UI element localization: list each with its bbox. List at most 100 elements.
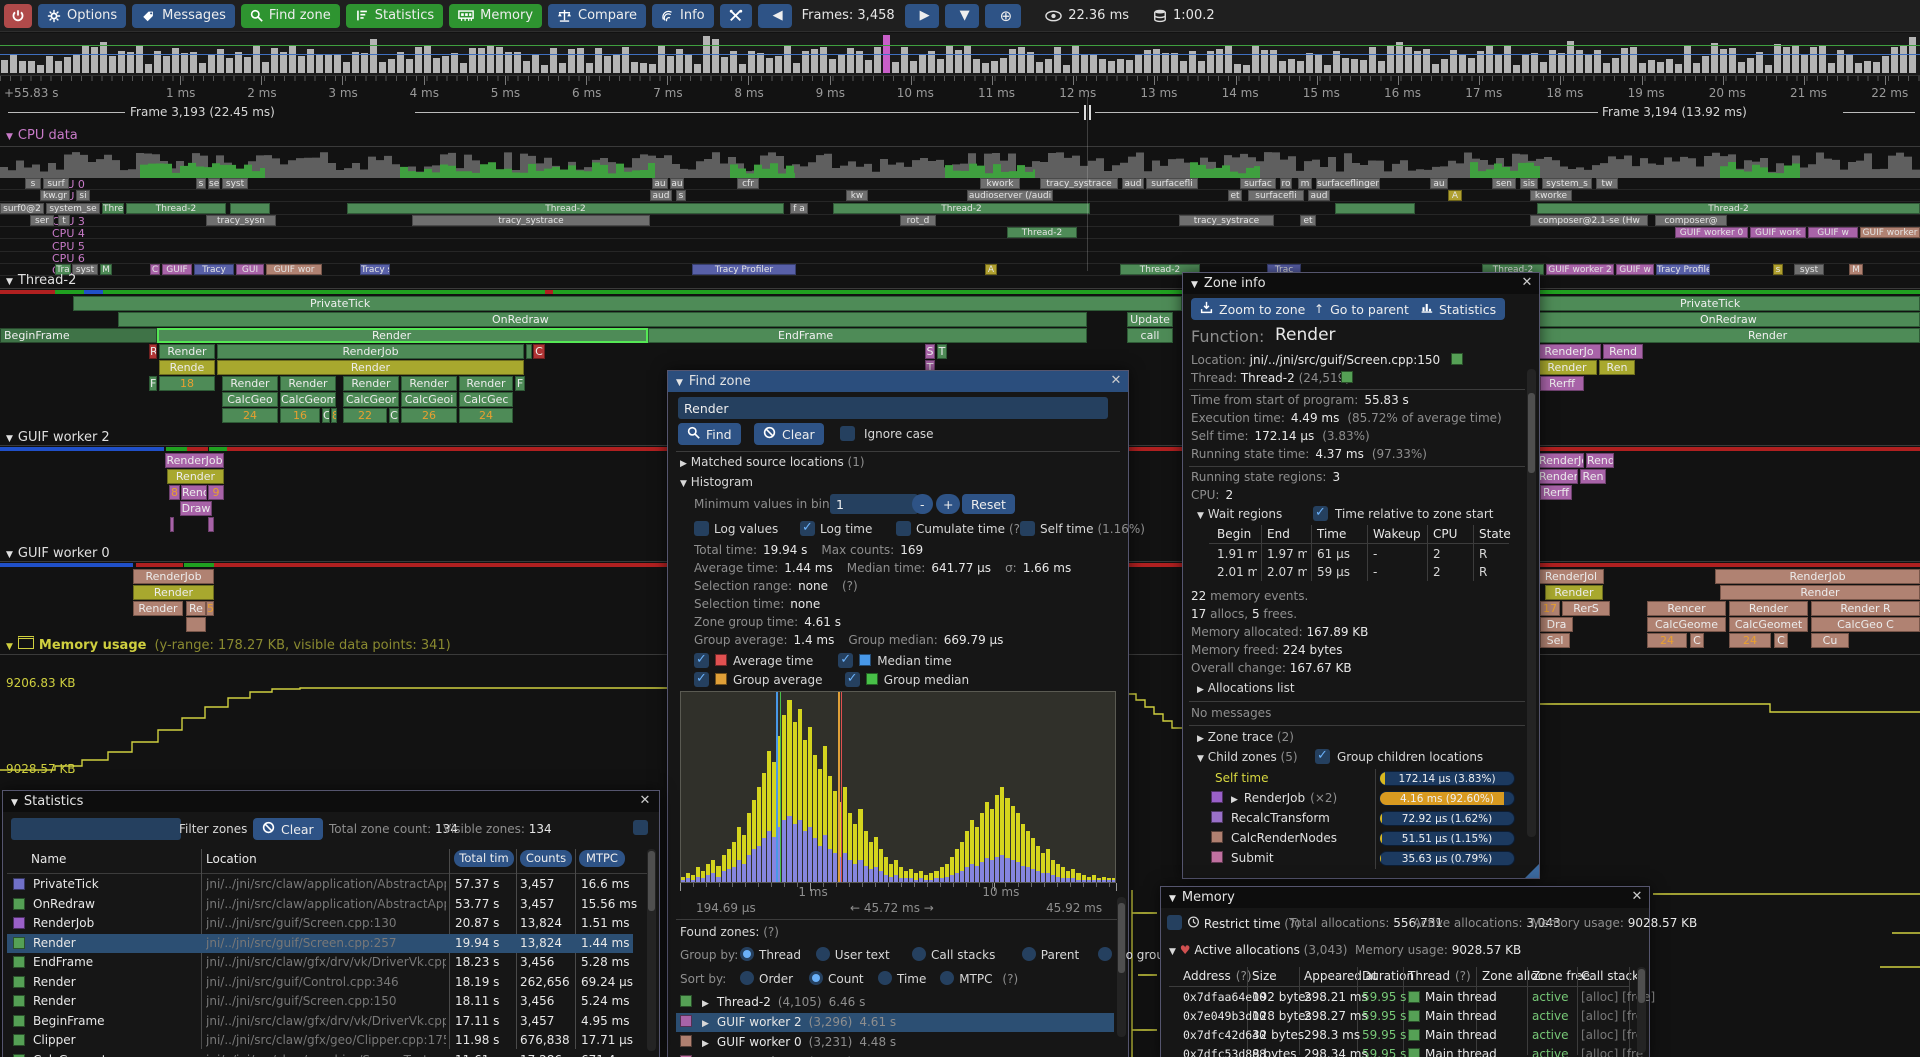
zone[interactable]: Render <box>133 601 183 616</box>
frame-bar[interactable] <box>559 63 566 73</box>
frame-3194-label[interactable]: Frame 3,194 (13.92 ms) <box>1602 105 1747 119</box>
frame-bar[interactable] <box>1090 55 1097 73</box>
frame-bar[interactable] <box>478 48 485 73</box>
cpu-zone-chip[interactable]: surfacefli <box>1248 190 1304 201</box>
frame-bar[interactable] <box>775 56 782 73</box>
zone[interactable]: Rerff <box>1540 376 1584 391</box>
frame-bar[interactable] <box>1720 49 1727 73</box>
memory-titlebar[interactable]: ▼Memory <box>1161 887 1649 908</box>
frame-bar[interactable] <box>1855 63 1862 73</box>
frame-bar[interactable] <box>10 55 17 73</box>
frame-bar[interactable] <box>82 46 89 73</box>
frame-bar[interactable] <box>1225 45 1232 73</box>
frame-bar[interactable] <box>1495 55 1502 73</box>
frame-bar[interactable] <box>298 56 305 73</box>
frame-bar[interactable] <box>1675 64 1682 73</box>
zone[interactable]: Dra <box>1540 617 1573 632</box>
frame-bar[interactable] <box>550 48 557 73</box>
frame-bar[interactable] <box>631 62 638 73</box>
frame-bar[interactable] <box>181 53 188 73</box>
close-icon[interactable]: ✕ <box>637 793 653 809</box>
zone[interactable]: C <box>533 344 545 359</box>
cumulate-time-checkbox[interactable] <box>896 521 911 536</box>
zone[interactable]: CalcGeome <box>280 392 336 407</box>
frame-bar[interactable] <box>1072 46 1079 73</box>
statistics-scrollbar[interactable] <box>647 849 656 1051</box>
frame-bar[interactable] <box>145 64 152 73</box>
collapse-icon[interactable]: ▼ <box>1169 894 1176 904</box>
zone[interactable]: 18 <box>159 376 215 391</box>
time-radio[interactable] <box>878 971 892 985</box>
frame-bar[interactable] <box>1216 49 1223 73</box>
cpu-zone-chip[interactable]: ro <box>1280 178 1292 189</box>
cpu-zone-chip[interactable]: A <box>1448 190 1462 201</box>
zone[interactable]: Render <box>222 376 278 391</box>
frame-bar[interactable] <box>1585 54 1592 73</box>
clear-button[interactable]: Clear <box>754 423 824 445</box>
frame-bar[interactable] <box>1639 63 1646 73</box>
frame-bar[interactable] <box>442 56 449 73</box>
resize-grip[interactable] <box>1525 864 1539 878</box>
frame-bar[interactable] <box>1666 59 1673 73</box>
frame-bar[interactable] <box>1522 55 1529 73</box>
zone[interactable]: call <box>1127 328 1173 343</box>
frame-bar[interactable] <box>1747 58 1754 73</box>
zone[interactable]: Ren <box>1599 360 1635 375</box>
zone[interactable]: 24 <box>459 408 513 423</box>
cpu-zone-chip[interactable]: GUIF <box>162 264 192 275</box>
cpu-zone-chip[interactable]: et <box>1300 215 1316 226</box>
zone[interactable]: CalcGeoi <box>401 392 457 407</box>
frame-bar[interactable] <box>757 53 764 73</box>
zone[interactable]: Render <box>133 585 214 600</box>
frame-bar[interactable] <box>937 59 944 73</box>
cpu-zone-chip[interactable]: aud <box>650 190 672 201</box>
cpu-zone-chip[interactable]: tracy_systrace <box>412 215 650 226</box>
cpu-zone-chip[interactable]: M <box>1849 264 1863 275</box>
frame-bar[interactable] <box>46 56 53 73</box>
frame-bar[interactable] <box>1369 47 1376 73</box>
frame-bar[interactable] <box>586 63 593 73</box>
stat-zone-name[interactable]: Render <box>33 994 76 1008</box>
frame-bar[interactable] <box>334 55 341 73</box>
frame-bar[interactable] <box>28 61 35 73</box>
statistics-titlebar[interactable]: ▼Statistics <box>3 791 659 812</box>
zone[interactable]: 5 <box>206 601 214 616</box>
cpu-zone-chip[interactable]: s <box>1773 264 1783 275</box>
frame-bar[interactable] <box>1765 65 1772 73</box>
zone[interactable]: C <box>389 408 399 423</box>
order-radio[interactable] <box>740 971 754 985</box>
zone[interactable]: RenderJob <box>133 569 214 584</box>
frame-bar[interactable] <box>307 49 314 73</box>
cpu-zone-chip[interactable]: GUI <box>236 264 264 275</box>
zone-info-scrollbar[interactable] <box>1527 369 1536 837</box>
cpu-zone-chip[interactable]: aud <box>1122 178 1144 189</box>
found-thread-row[interactable]: ▶GUIF worker 0(3,231)4.48 s <box>702 1035 896 1049</box>
zone[interactable]: 24 <box>1729 633 1771 648</box>
cpu-zone-chip[interactable]: Thre <box>102 203 124 214</box>
zone[interactable]: Draw <box>180 501 212 516</box>
frame-bar[interactable] <box>1198 61 1205 73</box>
frame-bar[interactable] <box>163 56 170 73</box>
mtpc-radio[interactable] <box>940 971 954 985</box>
legend-checkbox[interactable] <box>694 653 709 668</box>
zone[interactable]: RenderJob <box>1715 569 1920 584</box>
zone[interactable]: Rend <box>1586 453 1614 468</box>
zone-info-titlebar[interactable]: ▼Zone info <box>1183 273 1539 294</box>
frame-bar[interactable] <box>505 52 512 73</box>
zone[interactable]: C <box>1690 633 1704 648</box>
zone[interactable] <box>170 517 174 532</box>
min-bin-decrement-button[interactable]: - <box>912 494 933 514</box>
frame-bar[interactable] <box>469 48 476 73</box>
frame-bar[interactable] <box>244 57 251 73</box>
frame-bar[interactable] <box>73 55 80 73</box>
frame-bar[interactable] <box>325 54 332 73</box>
frame-bar[interactable] <box>667 56 674 73</box>
cpu-zone-chip[interactable]: sen <box>1492 178 1516 189</box>
cpu-zone-chip[interactable]: rot_d <box>900 215 936 226</box>
time-histogram[interactable] <box>680 691 1116 883</box>
call-stacks-radio[interactable] <box>912 947 926 961</box>
cpu-zone-chip[interactable]: Tracy Profiler <box>692 264 796 275</box>
frame-bar[interactable] <box>1630 47 1637 73</box>
stat-zone-name[interactable]: EndFrame <box>33 955 93 969</box>
collapse-icon[interactable]: ▼ <box>11 798 18 808</box>
